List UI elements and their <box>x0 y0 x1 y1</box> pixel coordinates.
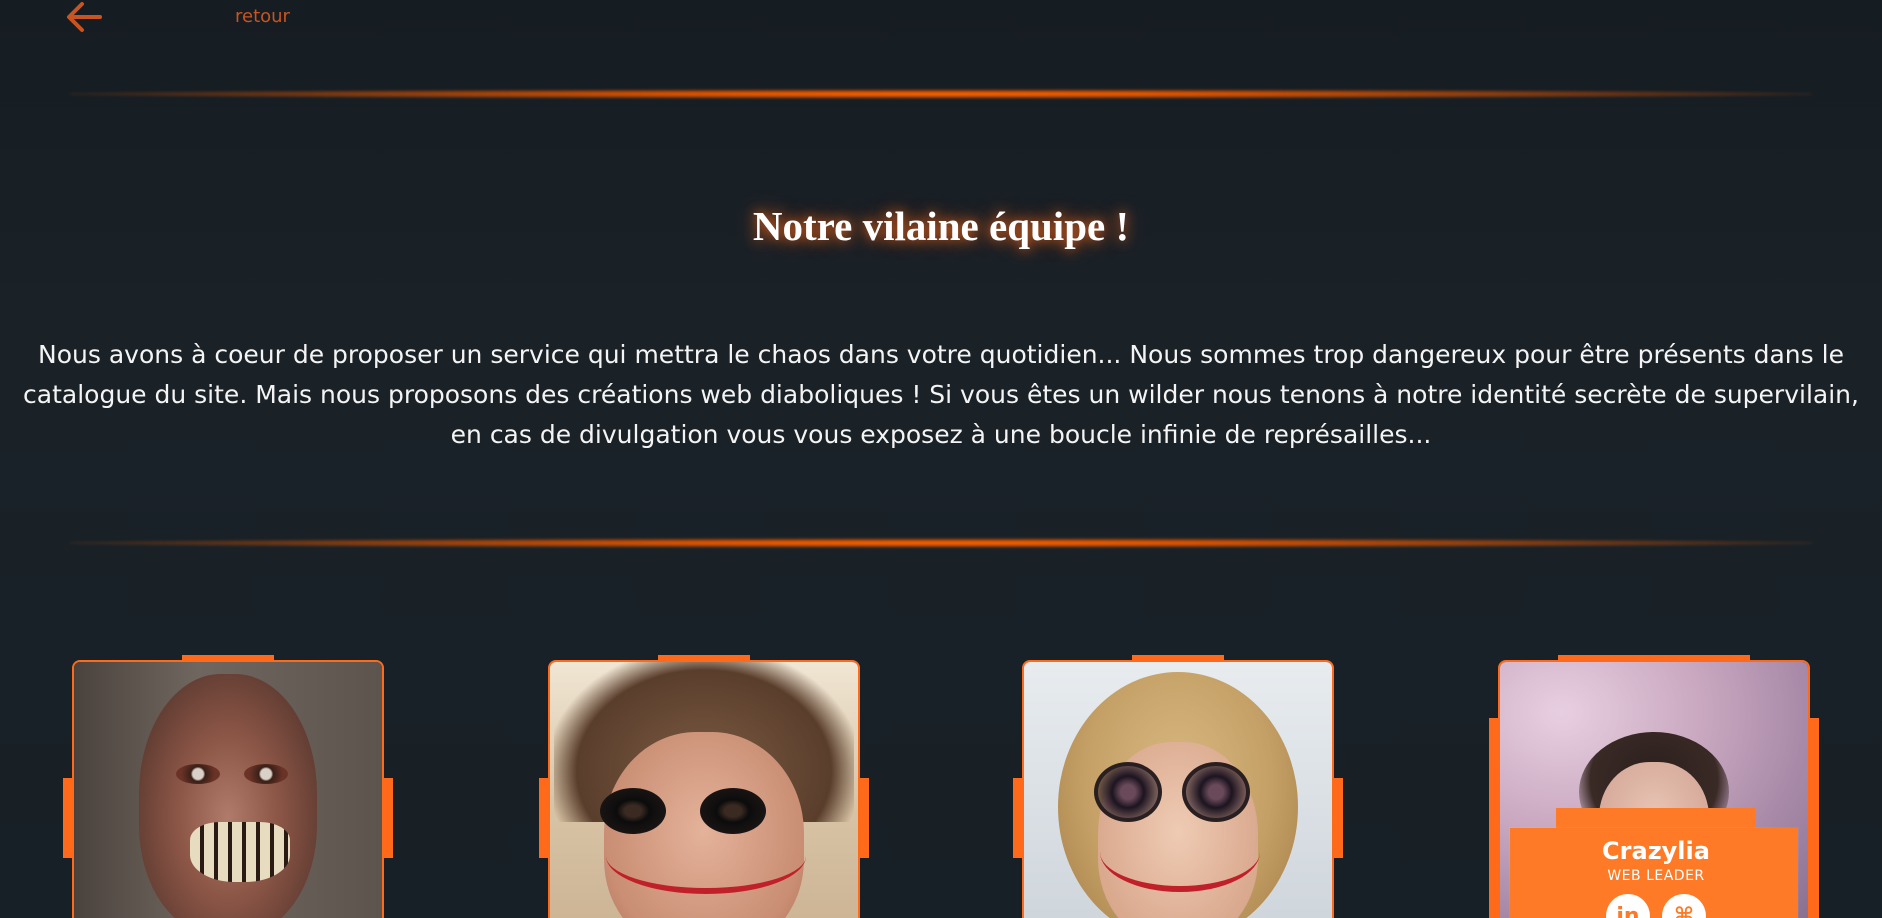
member-name: Crazylia <box>1602 837 1710 865</box>
member-role: WEB LEADER <box>1607 868 1705 884</box>
card-side-accent <box>860 778 869 858</box>
eye-shape <box>176 764 220 784</box>
card-side-accent <box>539 778 548 858</box>
team-card[interactable] <box>63 655 393 918</box>
card-info-tab <box>1556 808 1756 830</box>
card-side-accent <box>384 778 393 858</box>
card-side-accent <box>1489 718 1498 918</box>
team-card[interactable] <box>1013 655 1343 918</box>
member-photo-joker-woman <box>1024 662 1332 918</box>
eye-shape <box>244 764 288 784</box>
mouth-shape <box>190 822 290 882</box>
back-label: retour <box>235 6 290 27</box>
card-frame: Crazylia WEB LEADER in ⌘ <box>1498 660 1810 918</box>
card-frame <box>72 660 384 918</box>
card-side-accent <box>1810 718 1819 918</box>
card-frame <box>1022 660 1334 918</box>
arrow-left-icon <box>67 2 102 32</box>
card-side-accent <box>1013 778 1022 858</box>
team-card[interactable] <box>539 655 869 918</box>
smile-shape <box>606 818 806 894</box>
page-title: Notre vilaine équipe ! <box>752 203 1130 249</box>
smile-shape <box>1100 812 1260 892</box>
card-side-accent <box>1334 778 1343 858</box>
back-link[interactable]: retour <box>62 0 312 34</box>
card-side-accent <box>63 778 72 858</box>
card-frame <box>548 660 860 918</box>
team-card-crazylia[interactable]: Crazylia WEB LEADER in ⌘ <box>1489 655 1819 918</box>
member-photo-joker-man <box>550 662 858 918</box>
member-photo-zombie <box>74 662 382 918</box>
glow-divider-top <box>70 89 1812 99</box>
intro-paragraph: Nous avons à coeur de proposer un servic… <box>23 340 1859 449</box>
glow-divider-middle <box>70 538 1812 548</box>
